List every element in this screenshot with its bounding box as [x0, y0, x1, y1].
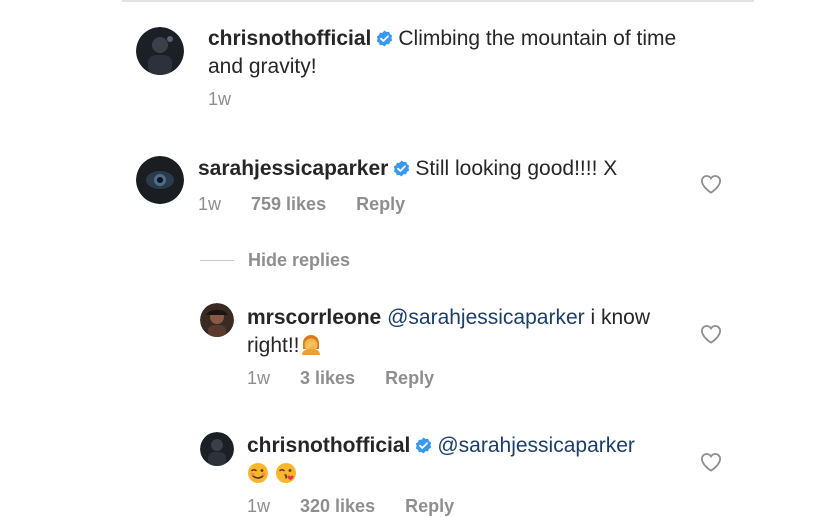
- reply: mrscorrleone @sarahjessicaparker i know …: [247, 304, 687, 360]
- hide-replies-button[interactable]: Hide replies: [200, 248, 350, 272]
- divider: [122, 0, 754, 2]
- comment-caption: chrisnothofficial Climbing the mountain o…: [208, 25, 678, 81]
- hide-replies-label: Hide replies: [248, 249, 351, 270]
- heart-outline-icon[interactable]: [700, 452, 722, 472]
- timestamp[interactable]: 1w: [208, 89, 231, 109]
- likes-count[interactable]: 3 likes: [300, 368, 355, 388]
- username[interactable]: chrisnothofficial: [247, 434, 410, 457]
- avatar[interactable]: [200, 432, 234, 466]
- reply-meta: 1w 3 likes Reply: [247, 368, 464, 389]
- timestamp[interactable]: 1w: [247, 496, 270, 516]
- verified-badge-icon: [415, 437, 432, 454]
- kissing-face-emoji-icon: [275, 462, 297, 484]
- username[interactable]: mrscorrleone: [247, 306, 381, 329]
- comment-meta: 1w: [208, 89, 261, 110]
- verified-badge-icon: [393, 160, 410, 177]
- comment-meta: 1w 759 likes Reply: [198, 194, 435, 215]
- winking-face-emoji-icon: [247, 462, 269, 484]
- heart-outline-icon[interactable]: [700, 324, 722, 344]
- reply-button[interactable]: Reply: [356, 194, 405, 214]
- reply-button[interactable]: Reply: [405, 496, 454, 516]
- facepalm-emoji-icon: [300, 334, 322, 356]
- timestamp[interactable]: 1w: [198, 194, 221, 214]
- reply-meta: 1w 320 likes Reply: [247, 496, 484, 517]
- comment-text: Still looking good!!!! X: [415, 157, 618, 180]
- likes-count[interactable]: 759 likes: [251, 194, 326, 214]
- reply: chrisnothofficial @sarahjessicaparker: [247, 432, 687, 488]
- mention-link[interactable]: @sarahjessicaparker: [387, 306, 585, 329]
- username[interactable]: chrisnothofficial: [208, 27, 371, 50]
- mention-link[interactable]: @sarahjessicaparker: [437, 434, 635, 457]
- avatar[interactable]: [200, 303, 234, 337]
- avatar[interactable]: [136, 27, 184, 75]
- timestamp[interactable]: 1w: [247, 368, 270, 388]
- divider: [200, 259, 234, 261]
- reply-button[interactable]: Reply: [385, 368, 434, 388]
- verified-badge-icon: [376, 30, 393, 47]
- likes-count[interactable]: 320 likes: [300, 496, 375, 516]
- avatar[interactable]: [136, 156, 184, 204]
- reply-text: i know: [590, 306, 651, 329]
- reply-text: right!!: [247, 334, 300, 357]
- username[interactable]: sarahjessicaparker: [198, 157, 388, 180]
- heart-outline-icon[interactable]: [700, 174, 722, 194]
- comment: sarahjessicaparker Still looking good!!!!…: [198, 155, 678, 183]
